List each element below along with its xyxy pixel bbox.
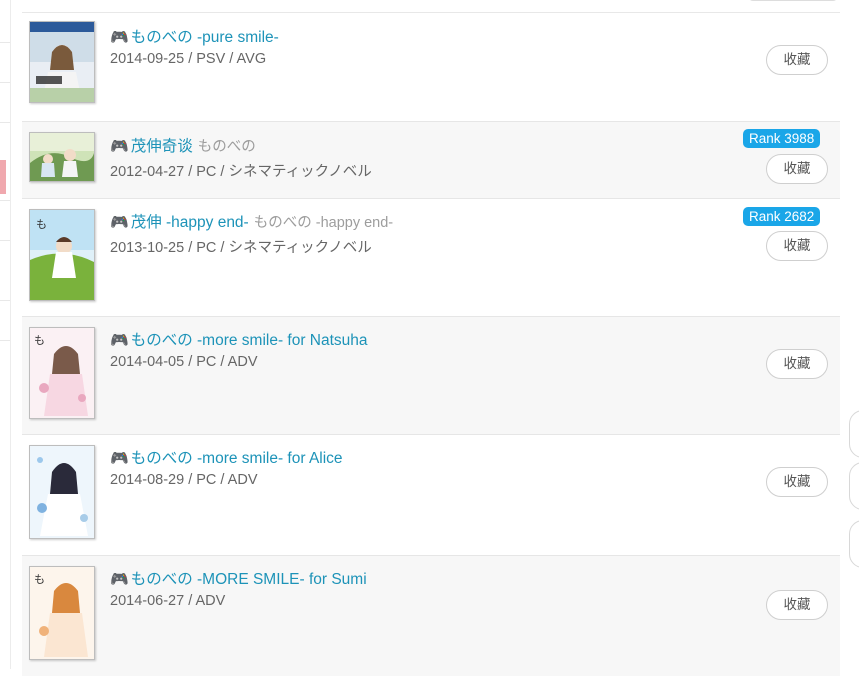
release-info: 2013-10-25 / PC / シネマティックノベル	[110, 240, 372, 256]
list-item: も Rank 2682 🎮 茂伸 -happy end- ものべの -happy e…	[22, 199, 840, 317]
game-title-link[interactable]: 茂伸奇谈	[131, 138, 193, 155]
list-item: も 🎮 ものべの -MORE SMILE- for Sumi 2014-06-27…	[22, 556, 840, 676]
favorite-button[interactable]: 收藏	[766, 154, 828, 184]
game-title-line: 🎮 ものべの -MORE SMILE- for Sumi	[110, 567, 367, 589]
game-title-line: 🎮 ものべの -more smile- for Alice	[110, 446, 343, 468]
game-title-link[interactable]: ものべの -more smile- for Natsuha	[131, 332, 368, 349]
favorite-button[interactable]: 收藏	[766, 349, 828, 379]
sidebar-active-marker	[0, 160, 6, 194]
rank-badge: Rank 2682	[743, 207, 821, 226]
svg-text:も: も	[34, 334, 45, 347]
release-info: 2012-04-27 / PC / シネマティックノベル	[110, 164, 372, 180]
game-title-line: 🎮 茂伸奇谈 ものべの	[110, 134, 256, 156]
list-item: 🎮 ものべの -more smile- for Alice 2014-08-29 …	[22, 435, 840, 556]
game-title-link[interactable]: ものべの -MORE SMILE- for Sumi	[131, 571, 367, 588]
release-info: 2014-09-25 / PSV / AVG	[110, 51, 267, 67]
gamepad-icon: 🎮	[110, 138, 129, 155]
cover-image[interactable]	[29, 21, 95, 103]
game-title-link[interactable]: 茂伸 -happy end-	[131, 214, 249, 231]
game-title-link[interactable]: ものべの -pure smile-	[131, 29, 279, 46]
favorite-button[interactable]: 收藏	[766, 467, 828, 497]
game-title-line: 🎮 茂伸 -happy end- ものべの -happy end-	[110, 210, 393, 232]
gamepad-icon: 🎮	[110, 450, 129, 467]
cover-image[interactable]: も	[29, 327, 95, 419]
cover-image[interactable]	[29, 132, 95, 182]
rank-badge: Rank 3988	[743, 129, 821, 148]
right-scroll-control[interactable]	[849, 462, 859, 510]
list-item: も 🎮 ものべの -more smile- for Natsuha 2014-04…	[22, 317, 840, 435]
favorite-button[interactable]: 收藏	[766, 231, 828, 261]
list-item: Rank 3988 🎮 茂伸奇谈 ものべの 2012-04-27 / PC / シネ…	[22, 122, 840, 199]
gamepad-icon: 🎮	[110, 332, 129, 349]
gamepad-icon: 🎮	[110, 214, 129, 231]
list-item: 🎮 ものべの -pure smile- 2014-09-25 / PSV / AV…	[22, 13, 840, 122]
top-tab-edge	[748, 0, 838, 1]
favorite-button[interactable]: 收藏	[766, 590, 828, 620]
game-original-title: ものべの	[197, 139, 256, 155]
cover-image[interactable]	[29, 445, 95, 539]
right-scroll-control[interactable]	[849, 410, 859, 458]
release-info: 2014-06-27 / ADV	[110, 593, 226, 609]
release-info: 2014-04-05 / PC / ADV	[110, 354, 258, 370]
svg-text:も: も	[34, 573, 45, 586]
right-scroll-control[interactable]	[849, 520, 859, 568]
favorite-button[interactable]: 收藏	[766, 45, 828, 75]
game-original-title: ものべの -happy end-	[253, 215, 394, 231]
svg-text:も: も	[36, 218, 47, 231]
release-info: 2014-08-29 / PC / ADV	[110, 472, 258, 488]
left-sidebar-edge	[0, 0, 11, 669]
cover-image[interactable]: も	[29, 566, 95, 660]
game-title-line: 🎮 ものべの -pure smile-	[110, 25, 279, 47]
gamepad-icon: 🎮	[110, 29, 129, 46]
cover-image[interactable]: も	[29, 209, 95, 301]
game-title-link[interactable]: ものべの -more smile- for Alice	[131, 450, 343, 467]
game-title-line: 🎮 ものべの -more smile- for Natsuha	[110, 328, 368, 350]
gamepad-icon: 🎮	[110, 571, 129, 588]
game-list: 🎮 ものべの -pure smile- 2014-09-25 / PSV / AV…	[22, 12, 840, 676]
